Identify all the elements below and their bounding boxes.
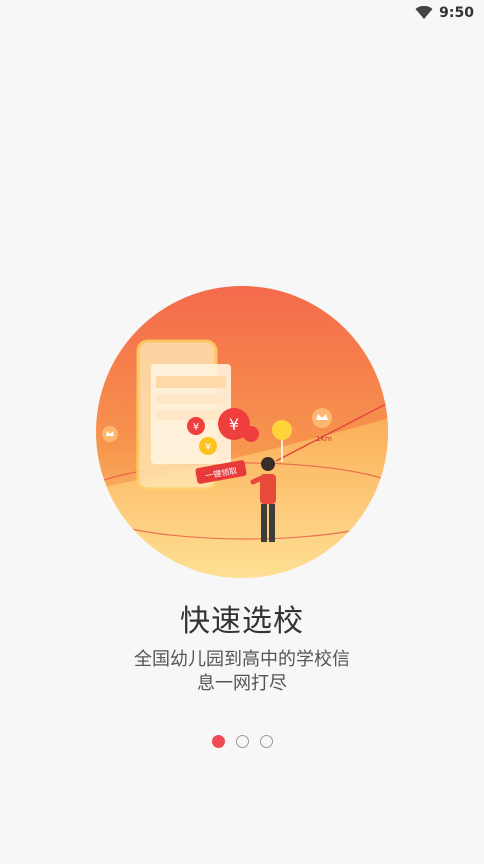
- description-line-1: 全国幼儿园到高中的学校信: [134, 649, 350, 670]
- description-line-2: 息一网打尽: [197, 673, 287, 694]
- crown-icon: [312, 408, 332, 428]
- page-dot-2[interactable]: [235, 735, 249, 748]
- wifi-icon: [415, 6, 433, 19]
- onboarding-description: 全国幼儿园到高中的学校信 息一网打尽: [0, 648, 484, 696]
- status-time: 9:50: [439, 5, 474, 21]
- onboarding-title: 快速选校: [180, 604, 304, 639]
- svg-text:¥: ¥: [229, 415, 239, 434]
- svg-text:¥: ¥: [205, 442, 211, 453]
- svg-text:¥: ¥: [193, 422, 199, 433]
- page-indicator: [0, 735, 484, 748]
- distance-label: 1Km: [316, 435, 332, 443]
- page-dot-1[interactable]: [211, 735, 225, 748]
- small-crown-icon: [102, 426, 118, 442]
- page-dot-3[interactable]: [259, 735, 273, 748]
- status-bar: 9:50: [0, 0, 484, 26]
- hero-illustration: 1Km ¥ ¥ ¥ 一键领取: [96, 286, 388, 578]
